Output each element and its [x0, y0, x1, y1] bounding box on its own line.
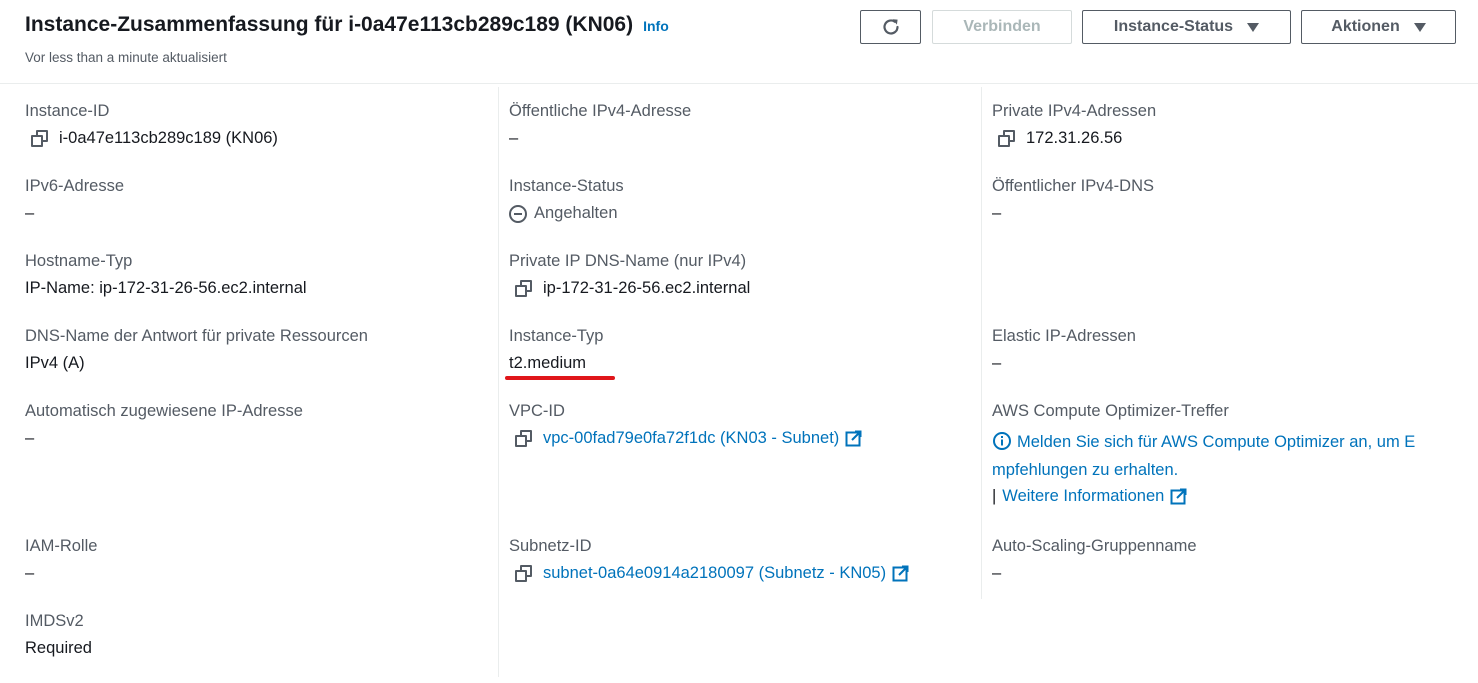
- instance-status-dropdown[interactable]: Instance-Status: [1082, 10, 1291, 44]
- imdsv2-value: Required: [25, 639, 92, 657]
- actions-dropdown-label: Aktionen: [1331, 18, 1400, 35]
- field-compute-optimizer: AWS Compute Optimizer-Treffer: [992, 402, 1229, 421]
- field-auto-assigned-ip: Automatisch zugewiesene IP-Adresse –: [25, 402, 303, 448]
- hostname-type-value: IP-Name: ip-172-31-26-56.ec2.internal: [25, 279, 307, 297]
- field-value: i-0a47e113cb289c189 (KN06): [25, 129, 278, 148]
- info-circle-icon: [993, 432, 1011, 450]
- field-value: vpc-00fad79e0fa72f1dc (KN03 - Subnet): [509, 429, 862, 448]
- field-instance-status: Instance-Status Angehalten: [509, 177, 624, 223]
- ipv6-value: –: [25, 204, 35, 222]
- status-value: Angehalten: [509, 204, 624, 223]
- info-link[interactable]: Info: [643, 18, 669, 34]
- optimizer-text-line2: mpfehlungen zu erhalten.: [992, 461, 1179, 479]
- field-auto-scaling-group: Auto-Scaling-Gruppenname –: [992, 537, 1197, 583]
- field-label: Instance-Status: [509, 177, 624, 195]
- field-label: IPv6-Adresse: [25, 177, 125, 195]
- field-private-dns-name: Private IP DNS-Name (nur IPv4) ip-172-31…: [509, 252, 750, 298]
- field-label: Subnetz-ID: [509, 537, 592, 555]
- field-value: ip-172-31-26-56.ec2.internal: [509, 279, 750, 298]
- field-label: Instance-Typ: [509, 327, 604, 345]
- last-updated-text: Vor less than a minute aktualisiert: [25, 50, 227, 65]
- field-iam-role: IAM-Rolle –: [25, 537, 97, 583]
- instance-status-value: Angehalten: [534, 204, 618, 222]
- elastic-ip-value: –: [992, 354, 1002, 372]
- field-private-ipv4: Private IPv4-Adressen 172.31.26.56: [992, 102, 1156, 148]
- field-label: Auto-Scaling-Gruppenname: [992, 537, 1197, 555]
- field-label: Private IP DNS-Name (nur IPv4): [509, 252, 747, 270]
- dns-answer-value: IPv4 (A): [25, 354, 85, 372]
- copy-icon[interactable]: [31, 129, 49, 148]
- caret-down-icon: [1247, 22, 1260, 32]
- public-dns-value: –: [992, 204, 1002, 222]
- refresh-icon: [882, 19, 899, 35]
- instance-id-value: i-0a47e113cb289c189 (KN06): [59, 129, 278, 147]
- summary-header: Instance-Zusammenfassung für i-0a47e113c…: [0, 0, 1478, 84]
- field-vpc-id: VPC-ID vpc-00fad79e0fa72f1dc (KN03 - Sub…: [509, 402, 862, 448]
- field-dns-answer: DNS-Name der Antwort für private Ressour…: [25, 327, 368, 373]
- field-label: IAM-Rolle: [25, 537, 98, 555]
- field-label: Instance-ID: [25, 102, 110, 120]
- copy-icon[interactable]: [515, 564, 533, 583]
- stopped-icon: [509, 204, 527, 223]
- connect-button[interactable]: Verbinden: [932, 10, 1072, 44]
- more-info-row: | Weitere Informationen: [992, 487, 1187, 506]
- compute-optimizer-link[interactable]: Melden Sie sich für AWS Compute Optimize…: [992, 428, 1462, 484]
- field-label: Öffentliche IPv4-Adresse: [509, 102, 692, 120]
- refresh-button[interactable]: [860, 10, 921, 44]
- field-label: Private IPv4-Adressen: [992, 102, 1157, 120]
- external-link-icon[interactable]: [892, 565, 909, 582]
- private-dns-value: ip-172-31-26-56.ec2.internal: [543, 279, 751, 297]
- field-subnet-id: Subnetz-ID subnet-0a64e0914a2180097 (Sub…: [509, 537, 909, 583]
- instance-type-value: t2.medium: [509, 354, 587, 372]
- field-ipv6-address: IPv6-Adresse –: [25, 177, 124, 223]
- field-public-ipv4: Öffentliche IPv4-Adresse –: [509, 102, 691, 148]
- copy-icon[interactable]: [515, 279, 533, 298]
- separator: |: [992, 487, 997, 505]
- field-label: Hostname-Typ: [25, 252, 133, 270]
- field-instance-id: Instance-ID i-0a47e113cb289c189 (KN06): [25, 102, 278, 148]
- auto-ip-value: –: [25, 429, 35, 447]
- field-instance-type: Instance-Typ t2.medium: [509, 327, 603, 373]
- external-link-icon[interactable]: [1170, 488, 1187, 505]
- private-ipv4-value: 172.31.26.56: [1026, 129, 1123, 147]
- field-hostname-type: Hostname-Typ IP-Name: ip-172-31-26-56.ec…: [25, 252, 307, 298]
- highlight-underline: [505, 376, 615, 380]
- column-divider: [498, 87, 499, 677]
- field-value: subnet-0a64e0914a2180097 (Subnetz - KN05…: [509, 564, 909, 583]
- copy-icon[interactable]: [998, 129, 1016, 148]
- external-link-icon[interactable]: [845, 430, 862, 447]
- auto-scaling-value: –: [992, 564, 1002, 582]
- field-label: VPC-ID: [509, 402, 565, 420]
- page-title: Instance-Zusammenfassung für i-0a47e113c…: [25, 13, 634, 36]
- field-imdsv2: IMDSv2 Required: [25, 612, 92, 658]
- iam-role-value: –: [25, 564, 35, 582]
- field-label: DNS-Name der Antwort für private Ressour…: [25, 327, 368, 345]
- field-label: Öffentlicher IPv4-DNS: [992, 177, 1155, 195]
- field-label: Elastic IP-Adressen: [992, 327, 1136, 345]
- more-info-link[interactable]: Weitere Informationen: [1002, 487, 1164, 506]
- instance-status-dropdown-label: Instance-Status: [1113, 18, 1234, 35]
- actions-dropdown[interactable]: Aktionen: [1301, 10, 1456, 44]
- field-label: AWS Compute Optimizer-Treffer: [992, 402, 1229, 420]
- title-row: Instance-Zusammenfassung für i-0a47e113c…: [25, 13, 669, 37]
- vpc-id-link[interactable]: vpc-00fad79e0fa72f1dc (KN03 - Subnet): [543, 429, 839, 448]
- field-value: 172.31.26.56: [992, 129, 1156, 148]
- field-public-ipv4-dns: Öffentlicher IPv4-DNS –: [992, 177, 1154, 223]
- field-label: IMDSv2: [25, 612, 84, 630]
- caret-down-icon: [1413, 22, 1426, 32]
- public-ipv4-value: –: [509, 129, 519, 147]
- field-elastic-ip: Elastic IP-Adressen –: [992, 327, 1136, 373]
- column-divider: [981, 87, 982, 599]
- subnet-id-link[interactable]: subnet-0a64e0914a2180097 (Subnetz - KN05…: [543, 564, 886, 583]
- field-label: Automatisch zugewiesene IP-Adresse: [25, 402, 303, 420]
- copy-icon[interactable]: [515, 429, 533, 448]
- optimizer-text-line1: Melden Sie sich für AWS Compute Optimize…: [1017, 433, 1416, 451]
